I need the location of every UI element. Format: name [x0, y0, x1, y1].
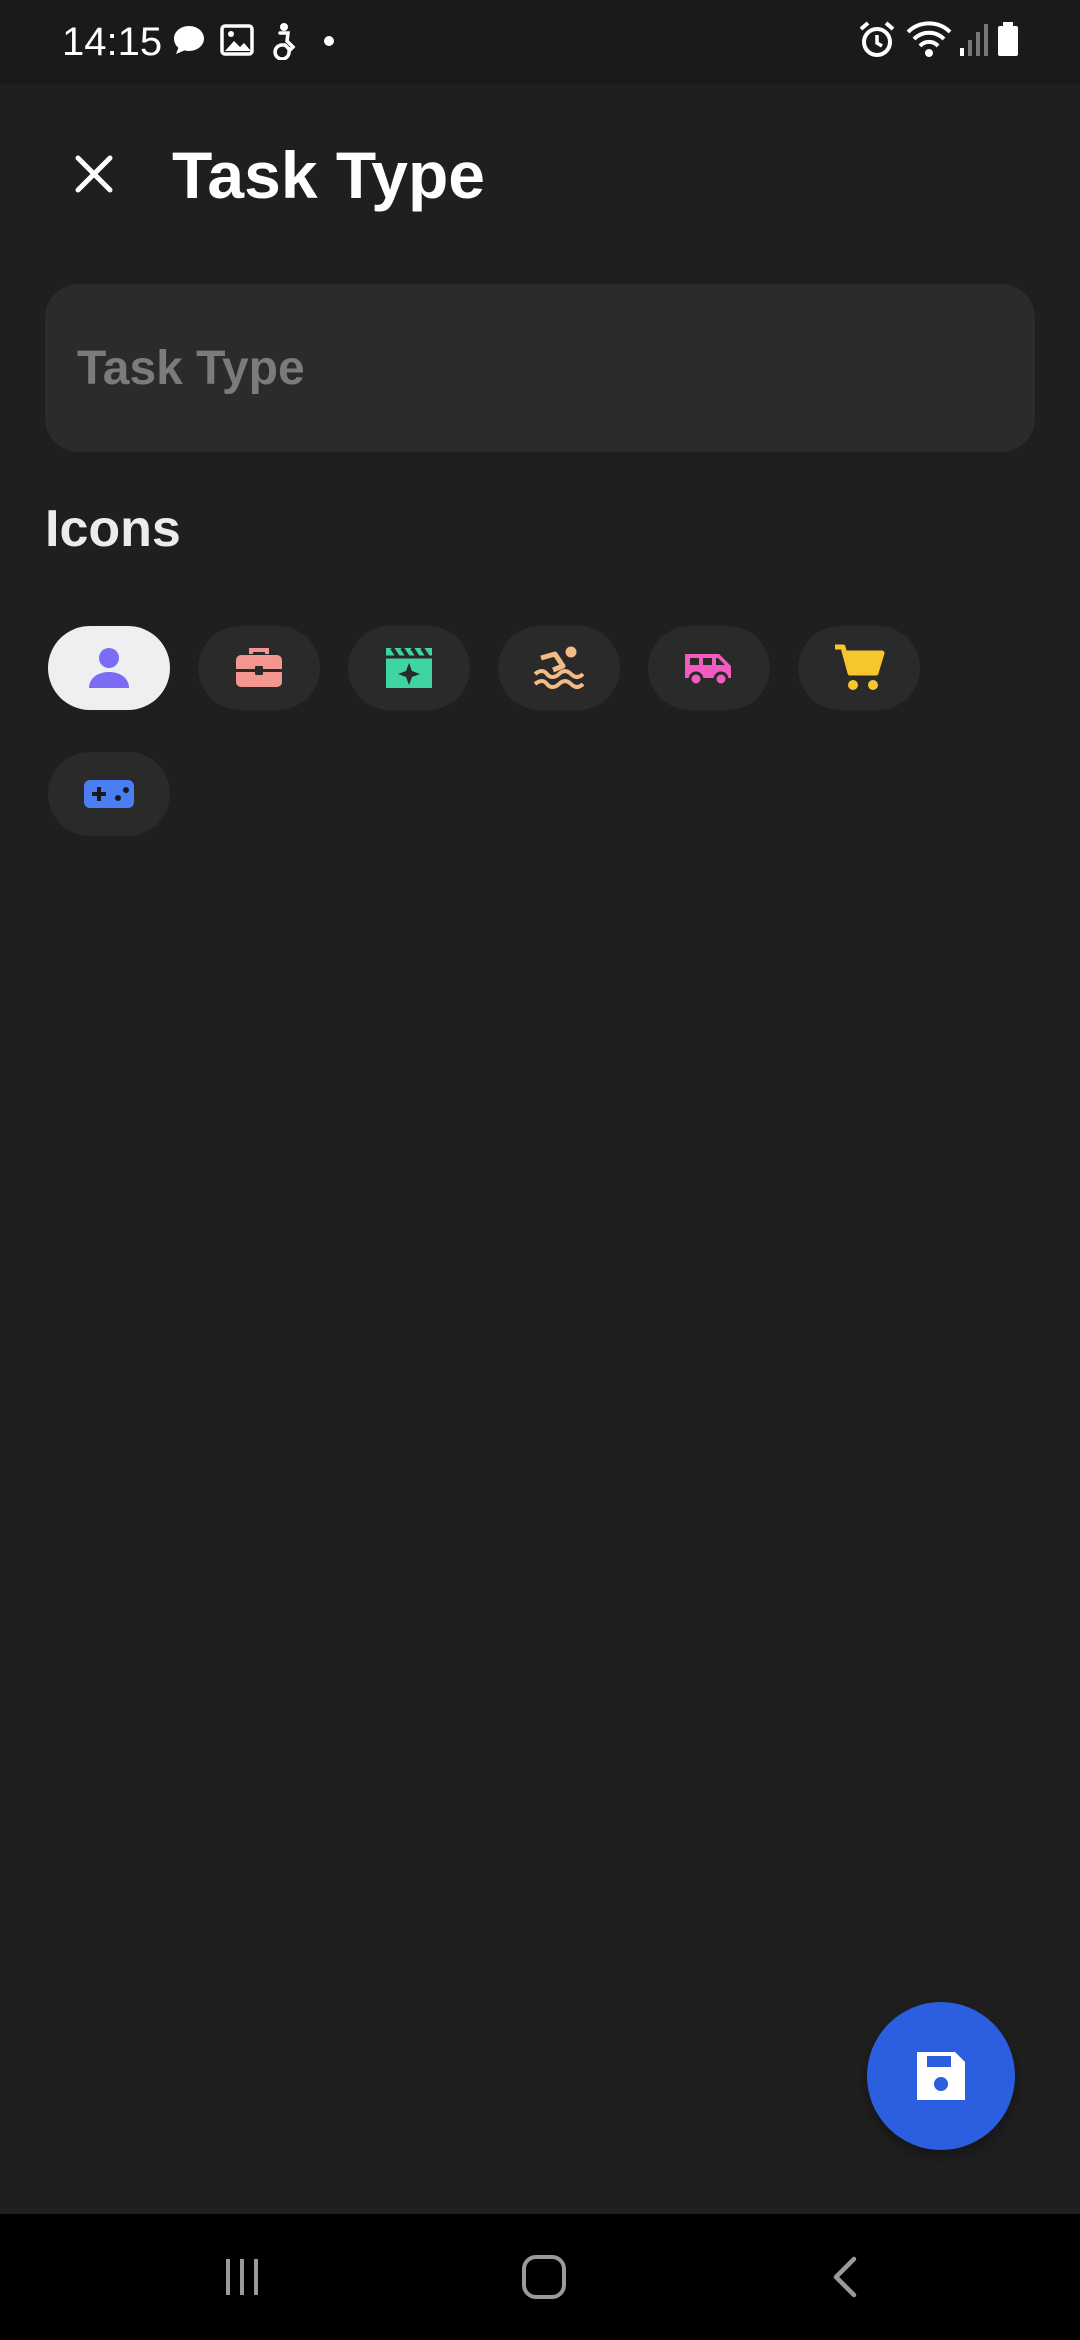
icon-option-briefcase[interactable] — [198, 626, 320, 710]
accessibility-icon — [266, 20, 300, 65]
icon-option-cart[interactable] — [798, 626, 920, 710]
chat-bubble-icon — [172, 20, 206, 65]
close-icon — [75, 155, 113, 193]
back-button[interactable] — [766, 2214, 926, 2340]
image-icon — [220, 20, 254, 65]
icon-option-person[interactable] — [48, 626, 170, 710]
task-type-input[interactable] — [45, 284, 1035, 452]
status-bar: 14:15 — [0, 0, 1080, 84]
icon-option-van[interactable] — [648, 626, 770, 710]
alarm-icon — [858, 20, 896, 65]
icon-option-movie[interactable] — [348, 626, 470, 710]
home-button[interactable] — [464, 2214, 624, 2340]
gamepad-icon — [84, 780, 134, 808]
movie-clapper-icon — [386, 646, 432, 688]
save-icon — [917, 2052, 965, 2100]
navigation-bar — [0, 2214, 1080, 2340]
van-icon — [685, 654, 731, 687]
person-icon — [89, 648, 129, 688]
battery-icon — [996, 20, 1020, 65]
status-time: 14:15 — [62, 20, 163, 64]
recent-apps-button[interactable] — [162, 2214, 322, 2340]
icons-section-label: Icons — [45, 500, 181, 558]
shopping-cart-icon — [835, 644, 885, 690]
home-icon — [522, 2255, 566, 2299]
save-button[interactable] — [867, 2002, 1015, 2150]
swimming-icon — [533, 646, 585, 689]
recent-apps-icon — [226, 2259, 258, 2295]
dot-icon — [322, 34, 336, 53]
wifi-icon — [906, 20, 952, 65]
icon-option-gamepad[interactable] — [48, 752, 170, 836]
briefcase-icon — [236, 648, 282, 687]
icon-option-swimming[interactable] — [498, 626, 620, 710]
page-title: Task Type — [172, 138, 486, 212]
close-button[interactable] — [50, 130, 138, 218]
signal-icon — [958, 20, 988, 65]
back-icon — [833, 2256, 857, 2298]
